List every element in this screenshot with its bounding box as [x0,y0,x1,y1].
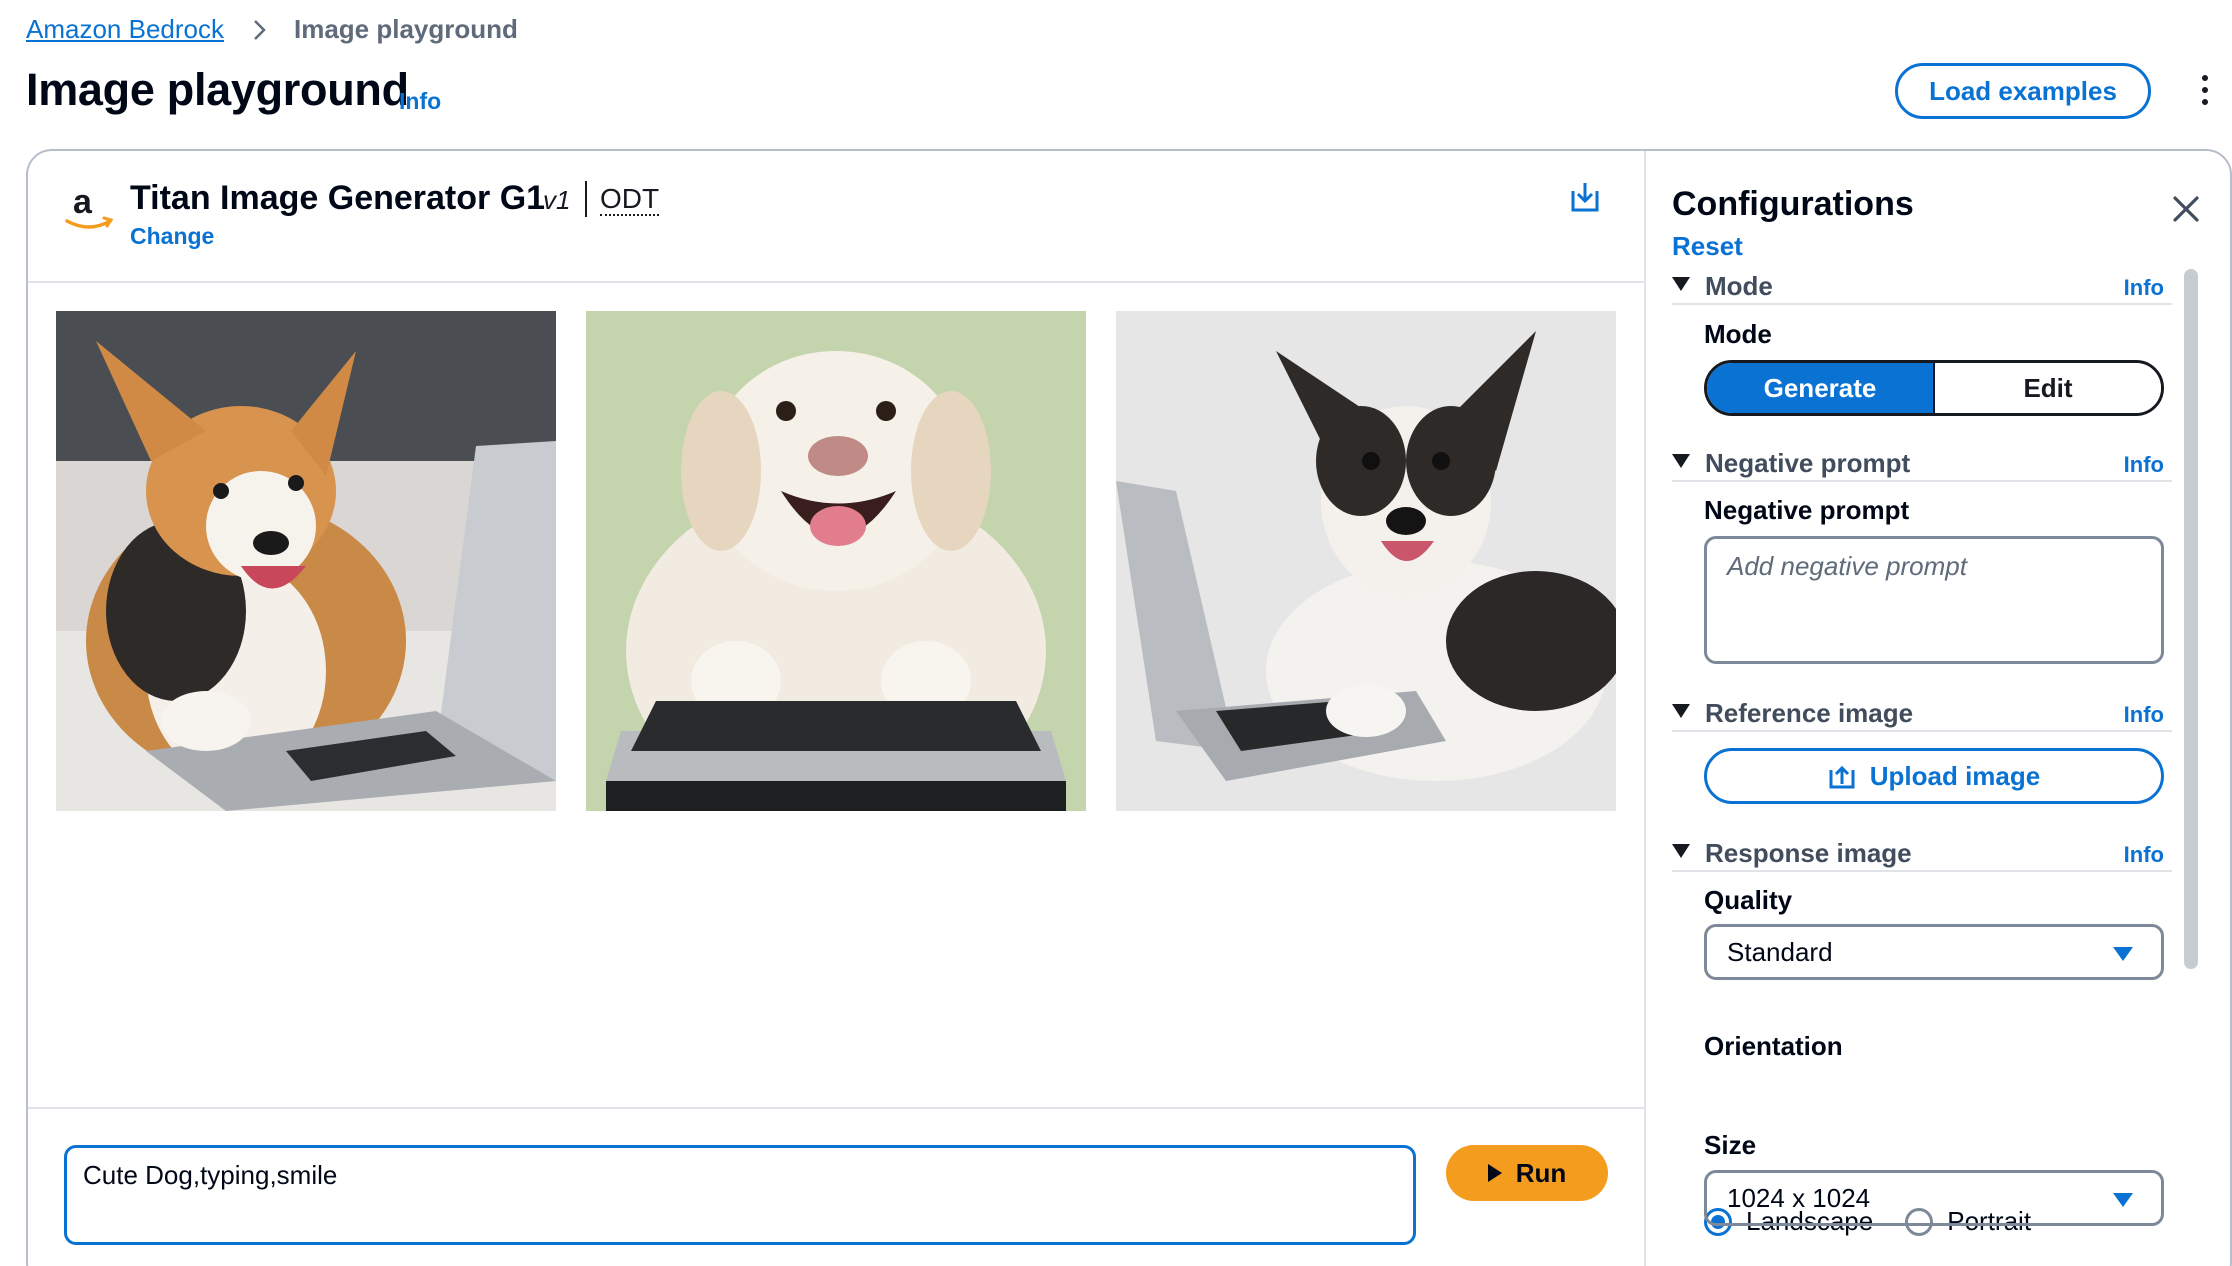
size-value: 1024 x 1024 [1727,1182,1871,1213]
mode-generate-button[interactable]: Generate [1707,363,1935,413]
mode-edit-button[interactable]: Edit [1935,363,2161,413]
response-image-section-header[interactable]: Response image Info [1672,836,2172,872]
collapse-triangle-icon [1672,704,1690,718]
close-icon[interactable] [2170,193,2202,225]
orientation-field-label: Orientation [1704,1031,1843,1061]
prompt-area: Cute Dog,typing,smile Run [28,1107,1644,1266]
generated-image-3[interactable] [1116,311,1616,811]
dog-image-3 [1116,311,1616,811]
caret-down-icon [2113,1193,2133,1207]
size-select[interactable]: 1024 x 1024 [1704,1170,2164,1226]
run-button-label: Run [1515,1157,1567,1188]
generated-image-2[interactable] [586,311,1086,811]
dog-image-2 [586,311,1086,811]
reference-image-info-link[interactable]: Info [2124,702,2164,728]
mode-section-header[interactable]: Mode Info [1672,269,2172,305]
model-tag[interactable]: ODT [600,184,660,216]
breadcrumb-current: Image playground [293,14,518,44]
change-model-link[interactable]: Change [130,223,214,250]
collapse-triangle-icon [1672,454,1690,468]
quality-select[interactable]: Standard [1704,924,2164,980]
upload-image-button[interactable]: Upload image [1704,748,2164,804]
model-separator [585,181,587,217]
negative-prompt-info-link[interactable]: Info [2124,452,2164,478]
quality-field-label: Quality [1704,885,1793,915]
reset-link[interactable]: Reset [1672,231,1743,262]
breadcrumb: Amazon Bedrock Image playground [26,14,518,45]
mode-info-link[interactable]: Info [2124,275,2164,301]
more-options-icon[interactable] [2190,75,2220,109]
mode-section-label: Mode [1705,271,1773,301]
response-image-info-link[interactable]: Info [2124,842,2164,868]
negative-prompt-section-header[interactable]: Negative prompt Info [1672,446,2172,482]
page-info-link[interactable]: Info [399,88,441,115]
model-version: v1 [543,185,571,215]
mode-field-label: Mode [1704,319,1772,349]
reference-image-section-label: Reference image [1705,698,1914,728]
amazon-logo-icon: a [65,183,114,229]
response-image-section-label: Response image [1705,838,1912,868]
playground-main: a Titan Image Generator G1 v1 ODT Change [28,151,1646,1266]
negative-prompt-section-label: Negative prompt [1705,448,1911,478]
play-icon [1487,1164,1502,1182]
playground-panel: a Titan Image Generator G1 v1 ODT Change [26,149,2232,1266]
upload-icon [1829,765,1855,789]
dog-image-1 [56,311,556,811]
collapse-triangle-icon [1672,844,1690,858]
chevron-right-icon [254,19,266,40]
generated-image-1[interactable] [56,311,556,811]
negative-prompt-field-label: Negative prompt [1704,495,1910,525]
collapse-triangle-icon [1672,277,1690,291]
prompt-input[interactable]: Cute Dog,typing,smile [64,1145,1416,1245]
page-title: Image playground [26,64,409,115]
negative-prompt-input[interactable]: Add negative prompt [1704,536,2164,664]
caret-down-icon [2113,947,2133,961]
quality-value: Standard [1727,936,1833,967]
configurations-title: Configurations [1672,185,1914,223]
reference-image-section-header[interactable]: Reference image Info [1672,696,2172,732]
upload-image-label: Upload image [1869,760,2041,791]
run-button[interactable]: Run [1446,1145,1608,1201]
model-header: a Titan Image Generator G1 v1 ODT Change [28,151,1644,283]
configurations-panel: Configurations Reset Mode Info Mode Gene… [1648,151,2230,1266]
svg-text:a: a [73,183,93,221]
mode-segmented-control: Generate Edit [1704,360,2164,416]
model-name: Titan Image Generator G1 [130,179,546,217]
size-field-label: Size [1704,1130,1757,1160]
breadcrumb-link-amazon-bedrock[interactable]: Amazon Bedrock [26,14,224,45]
download-icon[interactable] [1570,181,1600,213]
scrollbar[interactable] [2184,269,2198,969]
load-examples-button[interactable]: Load examples [1895,63,2151,119]
